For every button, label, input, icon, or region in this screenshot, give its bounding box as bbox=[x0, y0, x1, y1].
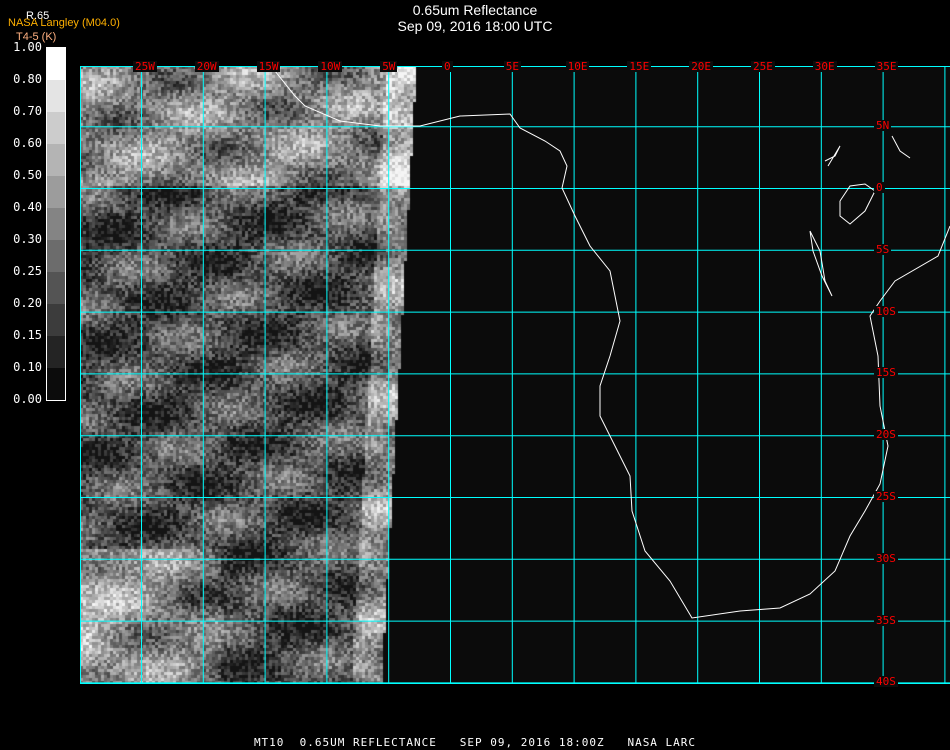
colorbar-label: 0.70 bbox=[13, 104, 42, 118]
footer-caption: MT10 0.65UM REFLECTANCE SEP 09, 2016 18:… bbox=[253, 736, 697, 749]
longitude-label: 10E bbox=[565, 60, 590, 73]
colorbar-label: 0.20 bbox=[13, 296, 42, 310]
colorbar-label: 0.00 bbox=[13, 392, 42, 406]
colorbar-label: 0.30 bbox=[13, 232, 42, 246]
colorbar-label: 0.40 bbox=[13, 200, 42, 214]
colorbar-segment bbox=[47, 80, 65, 112]
colorbar bbox=[46, 47, 66, 401]
colorbar-segment bbox=[47, 304, 65, 336]
image-datetime: Sep 09, 2016 18:00 UTC bbox=[397, 18, 553, 34]
longitude-label: 0 bbox=[442, 60, 453, 73]
colorbar-segment bbox=[47, 48, 65, 80]
colorbar-label: 0.25 bbox=[13, 264, 42, 278]
map-overlay bbox=[80, 66, 950, 684]
colorbar-label: 0.80 bbox=[13, 72, 42, 86]
latitude-label: 40S bbox=[874, 675, 898, 689]
longitude-label: 15E bbox=[627, 60, 652, 73]
colorbar-segment bbox=[47, 144, 65, 176]
satellite-map bbox=[80, 66, 950, 684]
lake-outline bbox=[839, 183, 876, 225]
longitude-label: 25E bbox=[751, 60, 775, 73]
colorbar-label: 0.10 bbox=[13, 360, 42, 374]
colorbar-segment bbox=[47, 208, 65, 240]
longitude-label: 20W bbox=[194, 60, 219, 73]
latitude-label: 30S bbox=[874, 551, 898, 565]
lake-outline bbox=[824, 145, 841, 167]
coastline bbox=[271, 66, 950, 619]
latitude-label: 25S bbox=[874, 490, 898, 503]
latitude-label: 20S bbox=[874, 428, 898, 442]
product-title: 0.65um Reflectance bbox=[412, 2, 538, 18]
longitude-label: 15W bbox=[256, 60, 281, 73]
organization-label: NASA Langley (M04.0) bbox=[8, 17, 120, 29]
longitude-label: 35E bbox=[874, 60, 899, 73]
latitude-label: 5S bbox=[874, 242, 892, 256]
image-title: 0.65um Reflectance Sep 09, 2016 18:00 UT… bbox=[0, 2, 950, 34]
colorbar-label: 0.60 bbox=[13, 136, 42, 150]
colorbar-segment bbox=[47, 112, 65, 144]
colorbar-segment bbox=[47, 240, 65, 272]
colorbar-segment bbox=[47, 336, 65, 368]
longitude-label: 5E bbox=[503, 60, 522, 73]
longitude-label: 5W bbox=[380, 60, 398, 73]
colorbar-segment bbox=[47, 272, 65, 304]
colorbar-label: 1.00 bbox=[13, 40, 42, 54]
colorbar-segment bbox=[47, 368, 65, 400]
latitude-label: 35S bbox=[874, 613, 898, 627]
colorbar-segment bbox=[47, 176, 65, 208]
colorbar-label: 0.15 bbox=[13, 328, 42, 342]
longitude-label: 30E bbox=[812, 60, 837, 73]
latitude-label: 5N bbox=[874, 119, 892, 133]
colorbar-label: 0.50 bbox=[13, 168, 42, 182]
longitude-label: 10W bbox=[318, 60, 343, 73]
latitude-label: 0 bbox=[874, 181, 885, 194]
longitude-label: 25W bbox=[133, 60, 157, 73]
lake-outline bbox=[891, 135, 911, 159]
latitude-label: 15S bbox=[874, 366, 898, 380]
latitude-label: 10S bbox=[874, 304, 898, 318]
longitude-label: 20E bbox=[689, 60, 714, 73]
